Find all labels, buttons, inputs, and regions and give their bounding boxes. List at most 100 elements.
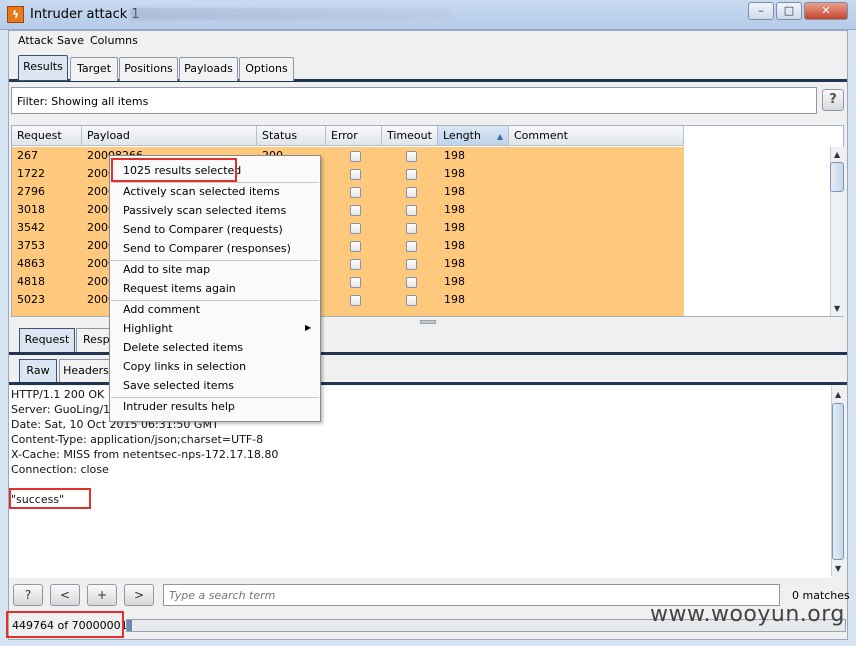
tab-headers[interactable]: Headers <box>59 359 113 383</box>
maximize-button[interactable]: □ <box>776 2 802 20</box>
burp-logo-icon: ϟ <box>7 6 24 23</box>
error-checkbox <box>350 169 361 180</box>
response-scroll-thumb[interactable] <box>832 403 844 560</box>
cell-request: 4863 <box>17 257 45 270</box>
scroll-down-icon[interactable]: ▼ <box>834 304 840 313</box>
context-menu-item[interactable]: Copy links in selection <box>123 360 246 373</box>
cell-request: 3753 <box>17 239 45 252</box>
cell-length: 198 <box>444 167 465 180</box>
tab-payloads[interactable]: Payloads <box>179 57 238 81</box>
menu-separator <box>111 397 319 398</box>
sort-ascending-icon: ▲ <box>496 132 503 141</box>
tab-request[interactable]: Request <box>19 328 75 352</box>
cell-length: 198 <box>444 257 465 270</box>
column-header-status[interactable]: Status <box>257 126 326 146</box>
context-menu-item[interactable]: Highlight <box>123 322 173 335</box>
selection-count-highlight-box <box>111 158 237 182</box>
watermark: www.wooyun.org <box>650 602 845 627</box>
menu-separator <box>111 300 319 301</box>
close-button[interactable]: ✕ <box>804 2 848 20</box>
tab-results[interactable]: Results <box>18 55 68 81</box>
context-menu-item[interactable]: Save selected items <box>123 379 234 392</box>
minimize-button[interactable]: – <box>748 2 774 20</box>
timeout-checkbox <box>406 223 417 234</box>
error-checkbox <box>350 223 361 234</box>
response-line: Server: GuoLing/1.1 <box>11 403 121 416</box>
response-scroll-up-icon[interactable]: ▲ <box>835 390 841 399</box>
tab-positions[interactable]: Positions <box>119 57 178 81</box>
menu-attack[interactable]: Attack <box>18 34 53 47</box>
cell-request: 3542 <box>17 221 45 234</box>
context-menu-item[interactable]: Delete selected items <box>123 341 243 354</box>
search-help-button[interactable]: ? <box>13 584 43 606</box>
tab-options[interactable]: Options <box>239 57 294 81</box>
timeout-checkbox <box>406 151 417 162</box>
timeout-checkbox <box>406 187 417 198</box>
cell-request: 2796 <box>17 185 45 198</box>
column-header-request[interactable]: Request <box>12 126 82 146</box>
column-header-length[interactable]: Length ▲ <box>438 126 509 146</box>
context-menu-item[interactable]: Intruder results help <box>123 400 235 413</box>
progress-highlight-box <box>6 611 124 638</box>
context-menu-item[interactable]: Add comment <box>123 303 200 316</box>
cell-length: 198 <box>444 275 465 288</box>
cell-length: 198 <box>444 293 465 306</box>
search-options-button[interactable]: + <box>87 584 117 606</box>
match-count: 0 matches <box>792 589 850 602</box>
previous-match-button[interactable]: < <box>50 584 80 606</box>
menu-separator <box>111 260 319 261</box>
error-checkbox <box>350 187 361 198</box>
response-line: X-Cache: MISS from netentsec-nps-172.17.… <box>11 448 279 461</box>
cell-request: 267 <box>17 149 38 162</box>
response-line: Content-Type: application/json;charset=U… <box>11 433 264 446</box>
context-menu-item[interactable]: Send to Comparer (requests) <box>123 223 283 236</box>
timeout-checkbox <box>406 259 417 270</box>
help-button[interactable]: ? <box>822 89 844 111</box>
column-header-length-label: Length <box>443 129 481 142</box>
column-header-payload[interactable]: Payload <box>82 126 257 146</box>
timeout-checkbox <box>406 169 417 180</box>
cell-length: 198 <box>444 221 465 234</box>
menu-columns[interactable]: Columns <box>90 34 138 47</box>
cell-length: 198 <box>444 185 465 198</box>
cell-request: 4818 <box>17 275 45 288</box>
context-menu-item[interactable]: Send to Comparer (responses) <box>123 242 291 255</box>
error-checkbox <box>350 277 361 288</box>
progress-bar-fill <box>127 620 132 631</box>
tab-raw[interactable]: Raw <box>19 359 57 383</box>
column-header-timeout[interactable]: Timeout <box>382 126 438 146</box>
scroll-up-icon[interactable]: ▲ <box>834 150 840 159</box>
success-highlight-box <box>9 488 91 509</box>
response-line: HTTP/1.1 200 OK <box>11 388 105 401</box>
menu-save[interactable]: Save <box>57 34 84 47</box>
next-match-button[interactable]: > <box>124 584 154 606</box>
context-menu-item[interactable]: Request items again <box>123 282 236 295</box>
context-menu-item[interactable]: Actively scan selected items <box>123 185 280 198</box>
cell-request: 1722 <box>17 167 45 180</box>
tab-target[interactable]: Target <box>70 57 118 81</box>
menu-separator <box>111 182 319 183</box>
cell-request: 5023 <box>17 293 45 306</box>
error-checkbox <box>350 151 361 162</box>
pane-splitter[interactable] <box>420 320 436 324</box>
response-scroll-down-icon[interactable]: ▼ <box>835 564 841 573</box>
cell-length: 198 <box>444 149 465 162</box>
context-menu-item[interactable]: Passively scan selected items <box>123 204 286 217</box>
timeout-checkbox <box>406 277 417 288</box>
error-checkbox <box>350 295 361 306</box>
context-menu-item[interactable]: Add to site map <box>123 263 210 276</box>
filter-label: Filter: Showing all items <box>17 95 149 108</box>
timeout-checkbox <box>406 295 417 306</box>
timeout-checkbox <box>406 205 417 216</box>
table-scroll-thumb[interactable] <box>830 162 844 192</box>
timeout-checkbox <box>406 241 417 252</box>
cell-request: 3018 <box>17 203 45 216</box>
response-line: Connection: close <box>11 463 109 476</box>
cell-length: 198 <box>444 239 465 252</box>
error-checkbox <box>350 259 361 270</box>
blurred-title-text <box>130 8 450 20</box>
column-header-comment[interactable]: Comment <box>509 126 684 146</box>
error-checkbox <box>350 205 361 216</box>
error-checkbox <box>350 241 361 252</box>
column-header-error[interactable]: Error <box>326 126 382 146</box>
